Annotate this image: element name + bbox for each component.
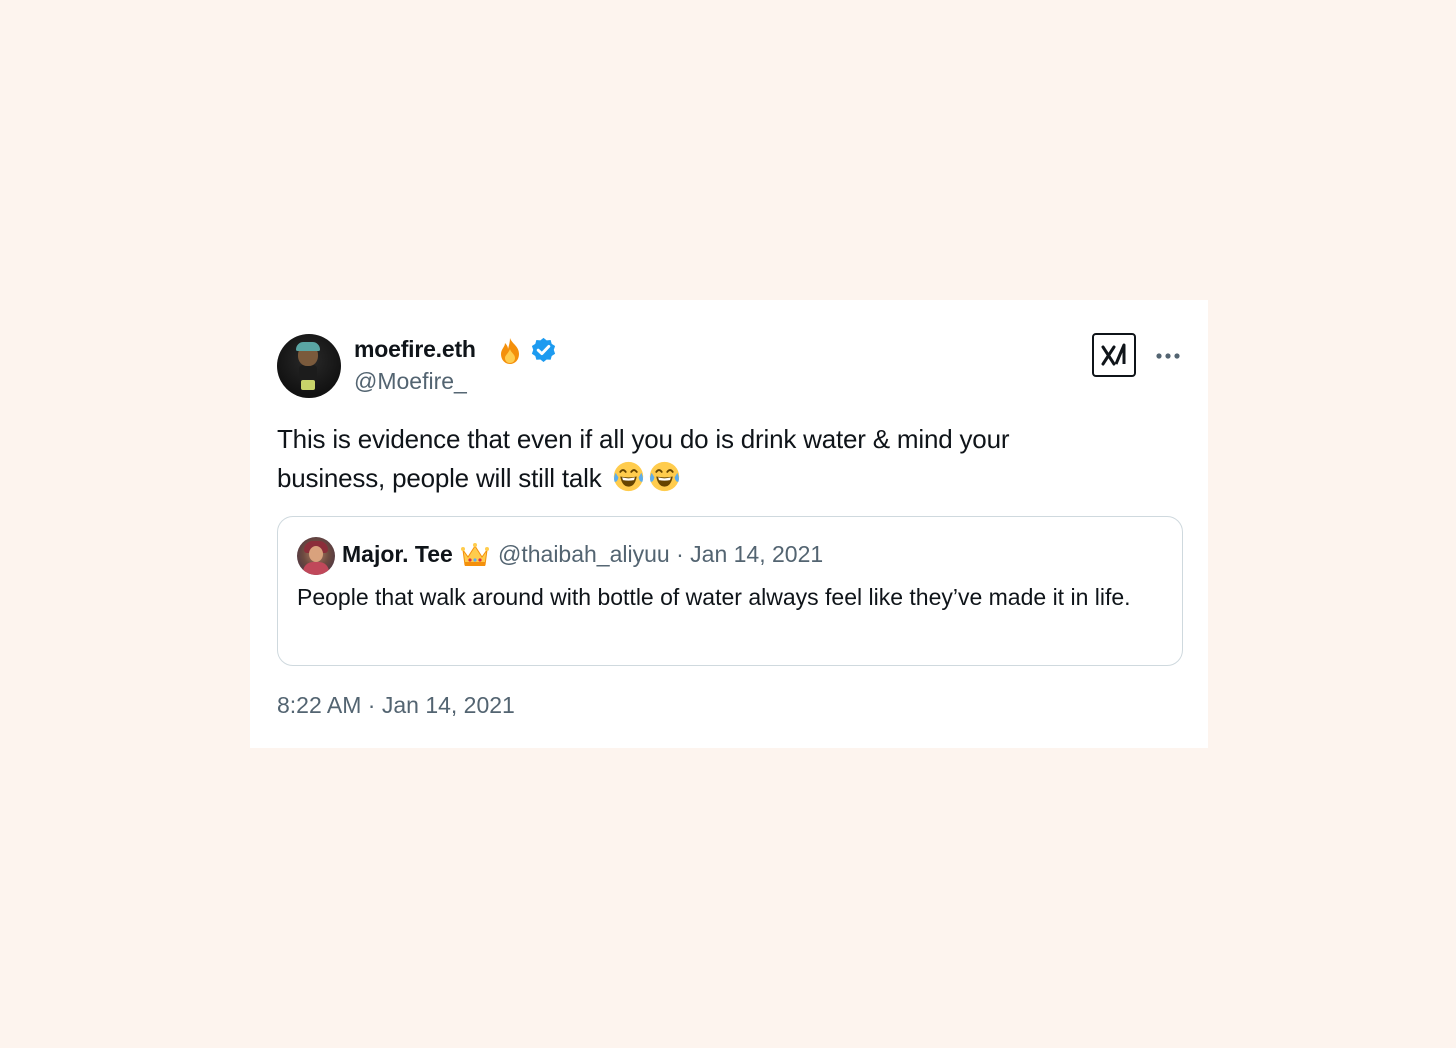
crown-icon xyxy=(461,543,489,566)
quoted-tweet-date[interactable]: Jan 14, 2021 xyxy=(690,541,823,567)
quoted-author-handle[interactable]: @thaibah_aliyuu xyxy=(498,541,670,567)
quoted-author-display-name[interactable]: Major. Tee xyxy=(342,541,453,568)
author-handle[interactable]: @Moefire_ xyxy=(354,368,467,395)
x-logo-icon xyxy=(1101,343,1126,366)
fire-icon xyxy=(501,338,519,364)
quoted-tweet-text: People that walk around with bottle of w… xyxy=(297,584,1131,610)
quoted-author-avatar[interactable] xyxy=(297,537,335,575)
tweet-time[interactable]: 8:22 AM xyxy=(277,692,361,718)
meta-separator: · xyxy=(676,541,684,567)
tweet-card: moefire.eth @Moefire_ This is evidence t… xyxy=(250,300,1208,748)
author-avatar[interactable] xyxy=(277,334,341,398)
timestamp-separator: · xyxy=(367,692,376,718)
x-logo-button[interactable] xyxy=(1092,333,1136,377)
quoted-tweet-meta: @thaibah_aliyuu · Jan 14, 2021 xyxy=(498,541,823,568)
tweet-text: This is evidence that even if all you do… xyxy=(277,420,1097,498)
tweet-timestamp[interactable]: 8:22 AM · Jan 14, 2021 xyxy=(277,692,515,719)
tweet-date[interactable]: Jan 14, 2021 xyxy=(382,692,515,718)
more-options-icon[interactable] xyxy=(1154,344,1182,368)
author-display-name[interactable]: moefire.eth xyxy=(354,336,476,363)
verified-badge-icon[interactable] xyxy=(529,336,558,365)
face-with-tears-of-joy-icon xyxy=(649,461,679,492)
face-with-tears-of-joy-icon xyxy=(613,461,643,492)
quoted-tweet[interactable]: Major. Tee @thaibah_aliyuu · Jan 14, 202… xyxy=(277,516,1183,666)
